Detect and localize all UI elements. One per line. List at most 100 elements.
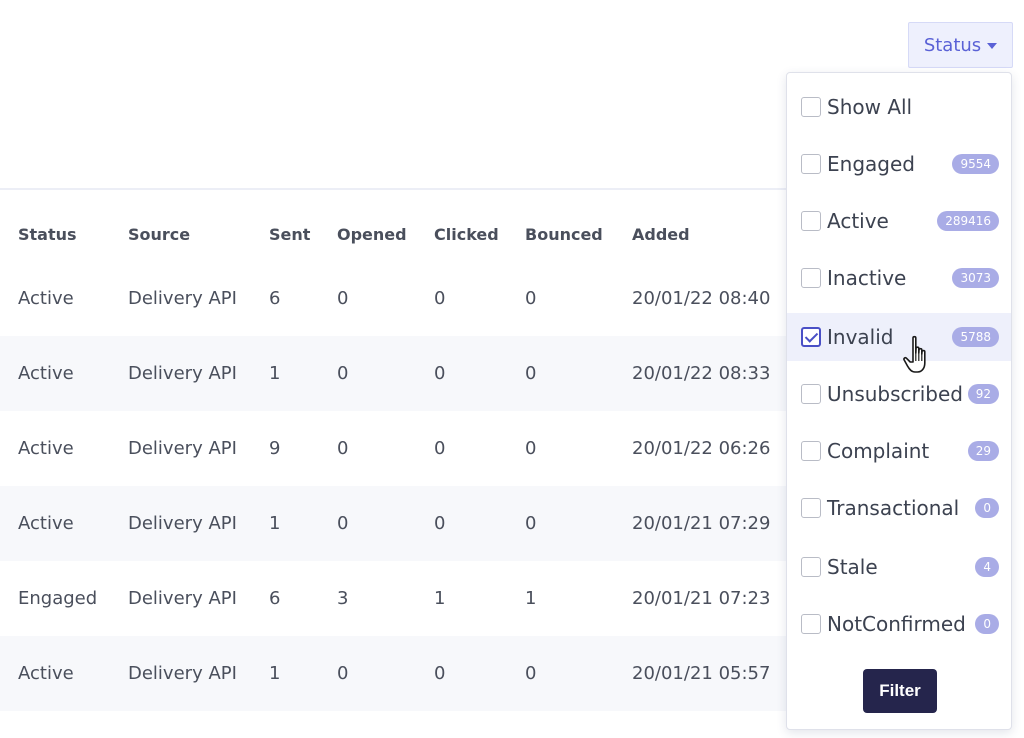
cell-sent: 6 — [269, 288, 281, 309]
cell-added: 20/01/21 07:29 — [632, 513, 771, 534]
count-badge: 4 — [975, 557, 999, 577]
column-header-source[interactable]: Source — [128, 225, 190, 244]
cell-added: 20/01/21 05:57 — [632, 663, 771, 684]
cell-opened: 0 — [337, 513, 349, 534]
cell-bounced: 0 — [525, 363, 537, 384]
count-badge: 92 — [967, 384, 999, 404]
cell-opened: 0 — [337, 438, 349, 459]
cell-source: Delivery API — [128, 438, 237, 459]
table-row[interactable]: Active Delivery API 6 0 0 0 20/01/22 08:… — [0, 261, 786, 336]
cell-status: Active — [18, 513, 74, 534]
divider — [0, 188, 786, 190]
filter-button[interactable]: Filter — [863, 669, 937, 713]
filter-option-invalid[interactable]: Invalid 5788 — [787, 313, 1011, 361]
cell-status: Active — [18, 363, 74, 384]
filter-option-engaged[interactable]: Engaged 9554 — [787, 140, 1011, 188]
filter-option-label: Complaint — [827, 439, 930, 463]
count-badge: 0 — [975, 498, 999, 518]
count-badge: 3073 — [952, 268, 999, 288]
page: Status Status Source Sent Opened Clicked… — [0, 0, 1024, 738]
cell-status: Active — [18, 663, 74, 684]
status-button-label: Status — [923, 34, 982, 56]
table-row[interactable]: Active Delivery API 1 0 0 0 20/01/22 08:… — [0, 336, 786, 411]
checkbox[interactable] — [801, 557, 821, 577]
cell-bounced: 0 — [525, 513, 537, 534]
count-badge: 5788 — [952, 327, 999, 347]
count-badge: 289416 — [937, 211, 999, 231]
cell-bounced: 1 — [525, 588, 537, 609]
cell-bounced: 0 — [525, 663, 537, 684]
cell-clicked: 0 — [434, 363, 446, 384]
checkbox[interactable] — [801, 498, 821, 518]
filter-option-show-all[interactable]: Show All — [787, 83, 1011, 131]
checkbox[interactable] — [801, 211, 821, 231]
cell-opened: 0 — [337, 663, 349, 684]
cell-bounced: 0 — [525, 288, 537, 309]
filter-option-label: Inactive — [827, 266, 907, 290]
column-header-bounced[interactable]: Bounced — [525, 225, 603, 244]
filter-option-transactional[interactable]: Transactional 0 — [787, 484, 1011, 532]
checkbox[interactable] — [801, 384, 821, 404]
column-header-clicked[interactable]: Clicked — [434, 225, 499, 244]
cell-added: 20/01/22 08:40 — [632, 288, 771, 309]
table-row[interactable]: Active Delivery API 1 0 0 0 20/01/21 07:… — [0, 486, 786, 561]
checkbox[interactable] — [801, 97, 821, 117]
filter-option-label: Transactional — [827, 496, 960, 520]
cell-bounced: 0 — [525, 438, 537, 459]
cell-sent: 9 — [269, 438, 281, 459]
filter-option-complaint[interactable]: Complaint 29 — [787, 427, 1011, 475]
column-header-status[interactable]: Status — [18, 225, 77, 244]
cell-clicked: 0 — [434, 288, 446, 309]
filter-option-label: Show All — [827, 95, 913, 119]
cell-source: Delivery API — [128, 663, 237, 684]
count-badge: 0 — [975, 614, 999, 634]
column-header-opened[interactable]: Opened — [337, 225, 407, 244]
column-header-added[interactable]: Added — [632, 225, 690, 244]
table-row[interactable]: Engaged Delivery API 6 3 1 1 20/01/21 07… — [0, 561, 786, 636]
cell-sent: 6 — [269, 588, 281, 609]
checkbox[interactable] — [801, 154, 821, 174]
filter-option-stale[interactable]: Stale 4 — [787, 543, 1011, 591]
cell-sent: 1 — [269, 363, 281, 384]
filter-option-label: Stale — [827, 555, 878, 579]
cell-source: Delivery API — [128, 588, 237, 609]
cell-clicked: 0 — [434, 513, 446, 534]
cell-source: Delivery API — [128, 363, 237, 384]
cell-clicked: 1 — [434, 588, 446, 609]
table-row[interactable]: Active Delivery API 9 0 0 0 20/01/22 06:… — [0, 411, 786, 486]
filter-option-unsubscribed[interactable]: Unsubscribed 92 — [787, 370, 1011, 418]
caret-down-icon — [987, 43, 998, 49]
filter-option-label: Active — [827, 209, 889, 233]
filter-option-active[interactable]: Active 289416 — [787, 197, 1011, 245]
filter-option-label: Unsubscribed — [827, 382, 963, 406]
cell-clicked: 0 — [434, 438, 446, 459]
status-dropdown-button[interactable]: Status — [908, 22, 1013, 68]
column-header-sent[interactable]: Sent — [269, 225, 310, 244]
cell-status: Engaged — [18, 588, 98, 609]
checkbox[interactable] — [801, 441, 821, 461]
cell-status: Active — [18, 438, 74, 459]
cell-added: 20/01/22 08:33 — [632, 363, 771, 384]
cell-added: 20/01/22 06:26 — [632, 438, 771, 459]
count-badge: 9554 — [952, 154, 999, 174]
cell-sent: 1 — [269, 513, 281, 534]
checkbox[interactable] — [801, 614, 821, 634]
filter-option-inactive[interactable]: Inactive 3073 — [787, 254, 1011, 302]
status-filter-panel: Show All Engaged 9554 Active 289416 Inac… — [786, 72, 1012, 730]
cell-opened: 0 — [337, 288, 349, 309]
cell-source: Delivery API — [128, 288, 237, 309]
filter-option-label: Invalid — [827, 325, 894, 349]
filter-option-label: Engaged — [827, 152, 915, 176]
cell-source: Delivery API — [128, 513, 237, 534]
checkbox-checked[interactable] — [801, 327, 821, 347]
cell-status: Active — [18, 288, 74, 309]
cell-sent: 1 — [269, 663, 281, 684]
hand-pointer-icon — [903, 335, 926, 373]
table-row[interactable]: Active Delivery API 1 0 0 0 20/01/21 05:… — [0, 636, 786, 711]
checkbox[interactable] — [801, 268, 821, 288]
cell-opened: 0 — [337, 363, 349, 384]
cell-added: 20/01/21 07:23 — [632, 588, 771, 609]
count-badge: 29 — [967, 441, 999, 461]
cell-clicked: 0 — [434, 663, 446, 684]
filter-option-notconfirmed[interactable]: NotConfirmed 0 — [787, 600, 1011, 648]
